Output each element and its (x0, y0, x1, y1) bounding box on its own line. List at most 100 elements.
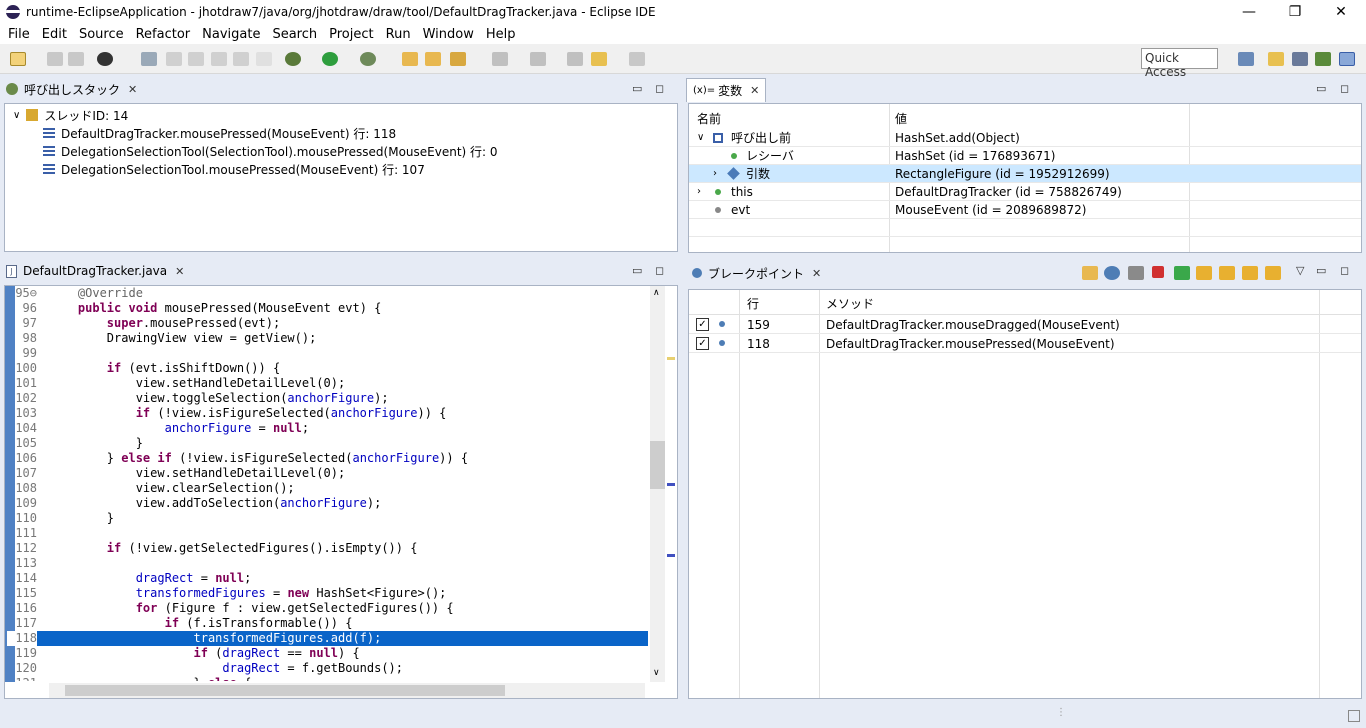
step-over-icon[interactable] (1219, 266, 1235, 280)
scroll-up-icon[interactable]: ∧ (653, 288, 660, 298)
overview-marker[interactable] (667, 554, 675, 557)
search-icon[interactable] (450, 52, 466, 66)
minimize-view-icon[interactable]: ▭ (1316, 82, 1326, 95)
scroll-down-icon[interactable]: ∨ (653, 668, 660, 678)
close-icon[interactable]: ✕ (812, 267, 821, 280)
view-menu-icon[interactable]: ▽ (1296, 264, 1304, 277)
forward-icon[interactable] (629, 52, 645, 66)
menu-navigate[interactable]: Navigate (202, 27, 260, 42)
minimize-button[interactable]: — (1226, 0, 1272, 24)
maximize-view-icon[interactable]: ◻ (655, 82, 664, 95)
drop-to-frame-icon[interactable] (1265, 266, 1281, 280)
back-icon[interactable] (591, 52, 607, 66)
stack-frame[interactable]: DelegationSelectionTool(SelectionTool).m… (43, 142, 498, 160)
code-line[interactable]: 104 anchorFigure = null; (7, 421, 648, 436)
variable-row-selected[interactable]: › 引数 RectangleFigure (id = 1952912699) (689, 165, 1361, 183)
add-breakpoint-icon[interactable] (1104, 266, 1120, 280)
code-line[interactable]: 99 (7, 346, 648, 361)
tab-breakpoints[interactable]: ブレークポイント ✕ (686, 262, 827, 284)
code-line[interactable]: 95⊖ @Override (7, 286, 648, 301)
code-line[interactable]: 109 view.addToSelection(anchorFigure); (7, 496, 648, 511)
minimize-view-icon[interactable]: ▭ (632, 82, 642, 95)
restore-button[interactable]: ❐ (1272, 0, 1318, 24)
close-icon[interactable]: ✕ (128, 83, 137, 96)
code-line[interactable]: 115 transformedFigures = new HashSet<Fig… (7, 586, 648, 601)
column-header-value[interactable]: 値 (895, 110, 907, 127)
code-line[interactable]: 96 public void mousePressed(MouseEvent e… (7, 301, 648, 316)
variable-row[interactable]: › this DefaultDragTracker (id = 75882674… (689, 183, 1361, 201)
variable-row[interactable]: evt MouseEvent (id = 2089689872) (689, 201, 1361, 219)
code-line[interactable]: 105 } (7, 436, 648, 451)
tab-callstack[interactable]: 呼び出しスタック ✕ (0, 78, 143, 100)
toggle-block-icon[interactable] (233, 52, 249, 66)
coverage-icon[interactable] (360, 52, 376, 66)
code-line[interactable]: 107 view.setHandleDetailLevel(0); (7, 466, 648, 481)
menu-refactor[interactable]: Refactor (136, 27, 191, 42)
code-line[interactable]: 103 if (!view.isFigureSelected(anchorFig… (7, 406, 648, 421)
overview-marker[interactable] (667, 483, 675, 486)
new-icon[interactable] (10, 52, 26, 66)
code-line[interactable]: 100 if (evt.isShiftDown()) { (7, 361, 648, 376)
code-line[interactable]: 106 } else if (!view.isFigureSelected(an… (7, 451, 648, 466)
remove-breakpoint-icon[interactable] (1128, 266, 1144, 280)
chevron-down-icon[interactable]: ∨ (697, 132, 704, 143)
close-icon[interactable]: ✕ (175, 265, 184, 278)
chevron-down-icon[interactable]: ∨ (13, 110, 20, 121)
column-header-method[interactable]: メソッド (826, 295, 874, 312)
vertical-scrollbar[interactable]: ∧ ∨ (650, 286, 665, 682)
code-line-current[interactable]: 118 transformedFigures.add(f); (7, 631, 648, 646)
resume-icon[interactable] (1174, 266, 1190, 280)
code-editor[interactable]: 95⊖ @Override 96 public void mousePresse… (7, 286, 648, 681)
save-icon[interactable] (47, 52, 63, 66)
save-all-icon[interactable] (68, 52, 84, 66)
step-return-icon[interactable] (1242, 266, 1258, 280)
step-into-icon[interactable] (1196, 266, 1212, 280)
terminate-icon[interactable] (1152, 266, 1164, 278)
plugin-perspective-icon[interactable] (1339, 52, 1355, 66)
run-icon[interactable] (322, 52, 338, 66)
breakpoint-row[interactable]: ✓ 159 DefaultDragTracker.mouseDragged(Mo… (689, 315, 1361, 334)
code-line[interactable]: 114 dragRect = null; (7, 571, 648, 586)
column-header-line[interactable]: 行 (747, 295, 759, 312)
variable-row[interactable]: ∨ 呼び出し前 HashSet.add(Object) (689, 129, 1361, 147)
drop-frame-icon[interactable] (166, 52, 182, 66)
use-step-filter-icon[interactable] (211, 52, 227, 66)
code-line[interactable]: 112 if (!view.getSelectedFigures().isEmp… (7, 541, 648, 556)
menu-run[interactable]: Run (386, 27, 411, 42)
new-package-icon[interactable] (402, 52, 418, 66)
menu-file[interactable]: File (8, 27, 30, 42)
close-button[interactable]: ✕ (1318, 0, 1364, 24)
breakpoint-row[interactable]: ✓ 118 DefaultDragTracker.mousePressed(Mo… (689, 334, 1361, 353)
debug-icon[interactable] (285, 52, 301, 66)
column-header-name[interactable]: 名前 (697, 110, 721, 127)
show-whitespace-icon[interactable] (256, 52, 272, 66)
maximize-view-icon[interactable]: ◻ (1340, 264, 1349, 277)
code-line[interactable]: 121 } else { (7, 676, 648, 681)
step-filter-icon[interactable] (188, 52, 204, 66)
prev-annotation-icon[interactable] (530, 52, 546, 66)
java-ee-perspective-icon[interactable] (1268, 52, 1284, 66)
menu-help[interactable]: Help (486, 27, 516, 42)
horizontal-scrollbar[interactable] (49, 683, 645, 698)
minimize-view-icon[interactable]: ▭ (632, 264, 642, 277)
close-icon[interactable]: ✕ (750, 84, 759, 97)
menu-window[interactable]: Window (423, 27, 474, 42)
menu-source[interactable]: Source (79, 27, 124, 42)
java-perspective-icon[interactable] (1292, 52, 1308, 66)
code-line[interactable]: 119 if (dragRect == null) { (7, 646, 648, 661)
code-line[interactable]: 102 view.toggleSelection(anchorFigure); (7, 391, 648, 406)
skip-breakpoints-icon[interactable] (141, 52, 157, 66)
next-annotation-icon[interactable] (492, 52, 508, 66)
debug-perspective-icon[interactable] (1315, 52, 1331, 66)
code-line[interactable]: 116 for (Figure f : view.getSelectedFigu… (7, 601, 648, 616)
scrollbar-thumb[interactable] (65, 685, 505, 696)
tab-editor[interactable]: J DefaultDragTracker.java ✕ (0, 260, 190, 282)
tab-variables[interactable]: (x)= 変数 ✕ (686, 78, 767, 102)
code-line[interactable]: 97 super.mousePressed(evt); (7, 316, 648, 331)
overview-marker[interactable] (667, 357, 675, 360)
code-line[interactable]: 120 dragRect = f.getBounds(); (7, 661, 648, 676)
code-line[interactable]: 98 DrawingView view = getView(); (7, 331, 648, 346)
profile-icon[interactable] (97, 52, 113, 66)
code-line[interactable]: 110 } (7, 511, 648, 526)
quick-access-input[interactable]: Quick Access (1141, 48, 1218, 79)
